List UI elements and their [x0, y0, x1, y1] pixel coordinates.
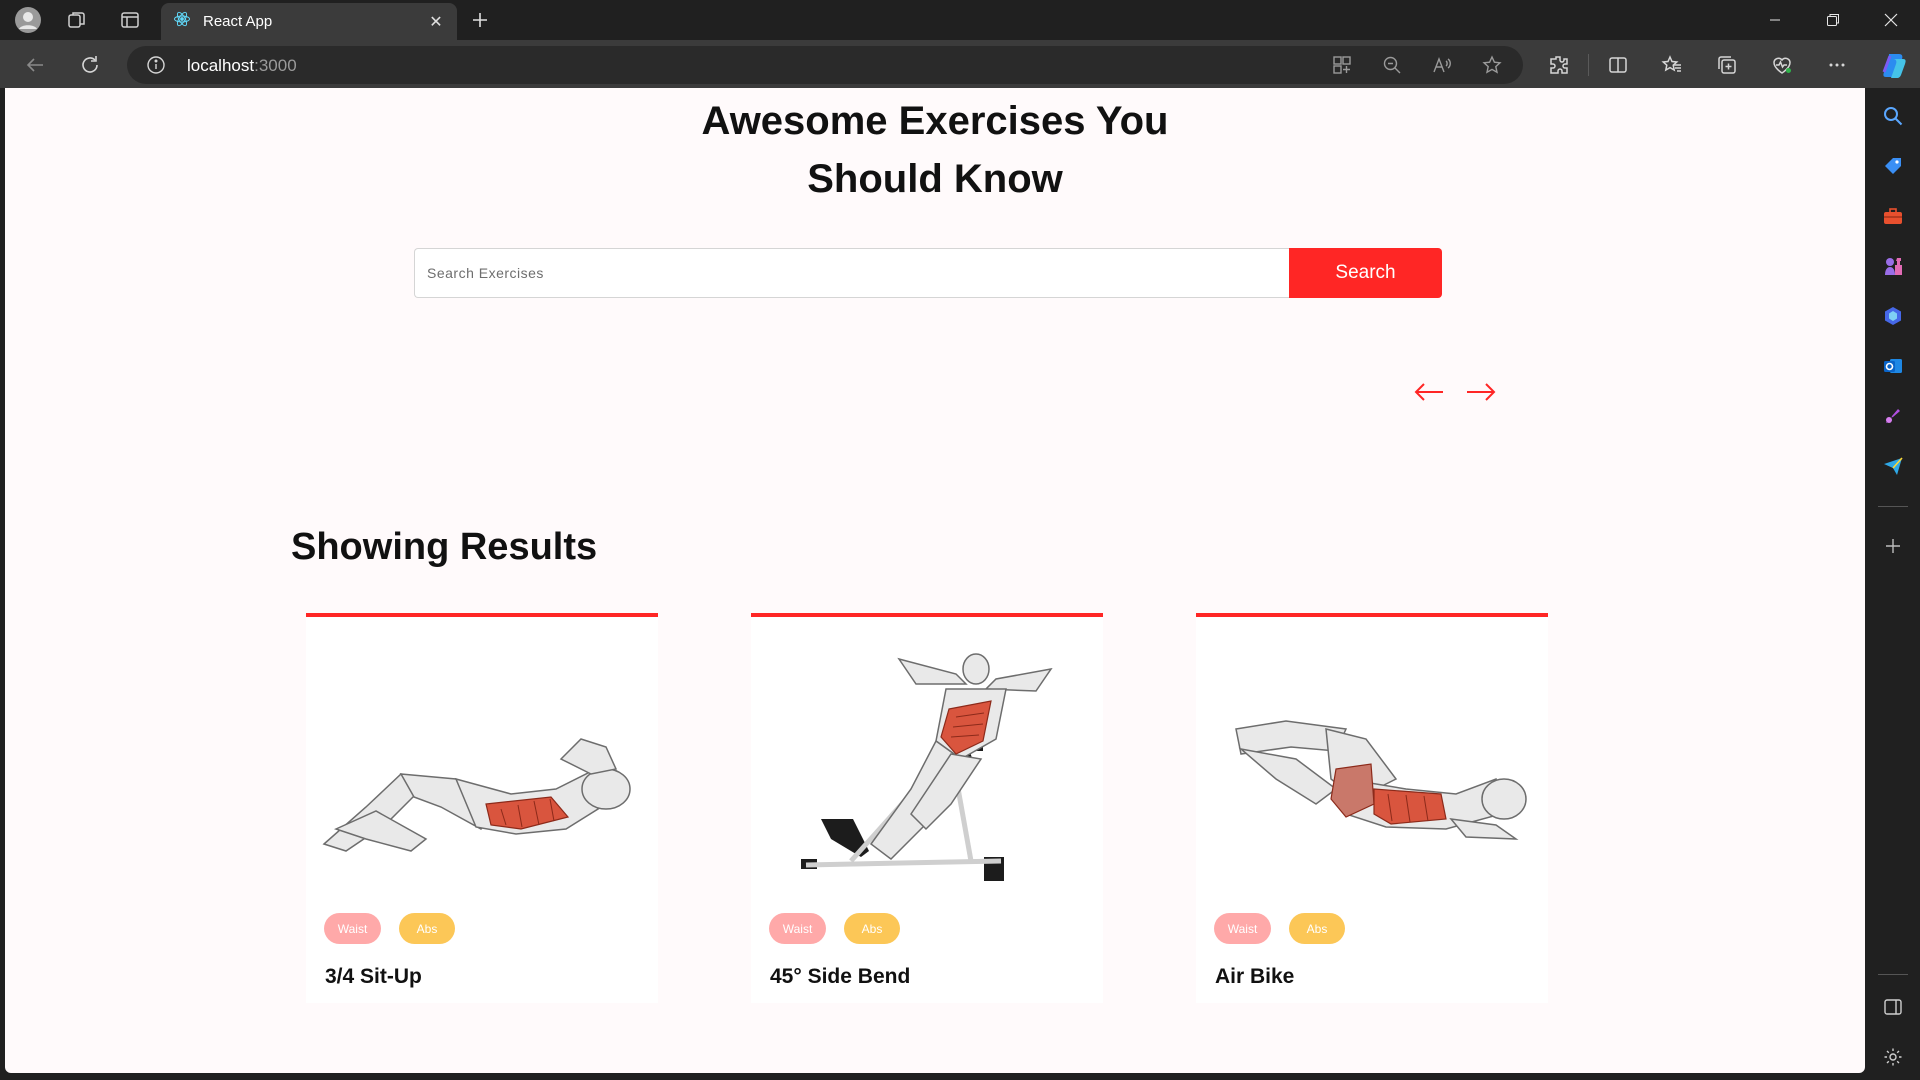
- exercise-image-side-bend: [751, 629, 1103, 899]
- profile-avatar-icon[interactable]: [14, 6, 42, 34]
- app-available-icon[interactable]: [1329, 52, 1355, 78]
- exercise-image-situp: [306, 629, 658, 899]
- search-bar: Search: [414, 248, 1442, 298]
- left-arrow-icon[interactable]: [1411, 380, 1447, 404]
- collections-icon[interactable]: [1712, 50, 1742, 80]
- tab-title: React App: [203, 13, 273, 30]
- sidebar-divider-bottom: [1878, 974, 1908, 975]
- favorite-star-icon[interactable]: [1479, 52, 1505, 78]
- hero-title: Awesome Exercises You Should Know: [5, 92, 1865, 208]
- search-input[interactable]: [414, 248, 1290, 298]
- url-port: :3000: [254, 56, 297, 75]
- address-bar[interactable]: localhost:3000: [127, 46, 1523, 84]
- edge-sidebar: [1866, 88, 1920, 1080]
- exercise-image-air-bike: [1196, 629, 1548, 899]
- site-info-icon[interactable]: [143, 52, 169, 78]
- body-part-badge[interactable]: Waist: [1214, 913, 1271, 944]
- workspaces-icon[interactable]: [63, 6, 91, 34]
- react-logo-icon: [173, 10, 191, 33]
- sidebar-divider: [1878, 506, 1908, 507]
- target-muscle-badge[interactable]: Abs: [1289, 913, 1345, 944]
- shopping-tag-icon[interactable]: [1879, 152, 1907, 180]
- refresh-icon[interactable]: [75, 50, 105, 80]
- read-aloud-icon[interactable]: [1429, 52, 1455, 78]
- right-arrow-icon[interactable]: [1463, 380, 1499, 404]
- more-options-icon[interactable]: [1822, 50, 1852, 80]
- tab-actions-icon[interactable]: [116, 6, 144, 34]
- exercise-card[interactable]: Waist Abs 3/4 Sit-Up: [306, 613, 658, 1003]
- target-muscle-badge[interactable]: Abs: [399, 913, 455, 944]
- exercise-name: 3/4 Sit-Up: [325, 965, 422, 988]
- exercise-name: 45° Side Bend: [770, 965, 911, 988]
- hero-title-line2: Should Know: [807, 157, 1063, 201]
- exercise-card[interactable]: Waist Abs 45° Side Bend: [751, 613, 1103, 1003]
- results-heading: Showing Results: [291, 526, 598, 568]
- favorites-icon[interactable]: [1657, 50, 1687, 80]
- minimize-icon[interactable]: [1746, 0, 1804, 40]
- tools-briefcase-icon[interactable]: [1879, 202, 1907, 230]
- body-part-badge[interactable]: Waist: [324, 913, 381, 944]
- search-icon[interactable]: [1879, 102, 1907, 130]
- hide-sidebar-icon[interactable]: [1879, 993, 1907, 1021]
- settings-gear-icon[interactable]: [1879, 1043, 1907, 1071]
- games-chess-icon[interactable]: [1879, 252, 1907, 280]
- browser-toolbar: localhost:3000: [0, 40, 1920, 88]
- search-button[interactable]: Search: [1289, 248, 1442, 298]
- outlook-icon[interactable]: [1879, 352, 1907, 380]
- close-window-icon[interactable]: [1862, 0, 1920, 40]
- add-sidebar-app-icon[interactable]: [1879, 532, 1907, 560]
- extensions-icon[interactable]: [1543, 50, 1573, 80]
- hero-title-line1: Awesome Exercises You: [701, 99, 1169, 143]
- browser-title-bar: React App ✕: [0, 0, 1920, 40]
- url-host: localhost: [187, 56, 255, 75]
- toolbar-divider: [1588, 54, 1589, 76]
- microsoft-365-icon[interactable]: [1879, 302, 1907, 330]
- back-icon[interactable]: [20, 50, 50, 80]
- body-part-badge[interactable]: Waist: [769, 913, 826, 944]
- close-tab-icon[interactable]: ✕: [425, 11, 447, 33]
- split-screen-icon[interactable]: [1603, 50, 1633, 80]
- send-drop-icon[interactable]: [1879, 452, 1907, 480]
- designer-icon[interactable]: [1879, 402, 1907, 430]
- copilot-icon[interactable]: [1878, 48, 1912, 82]
- tab-react-app[interactable]: React App ✕: [161, 3, 457, 40]
- restore-icon[interactable]: [1804, 0, 1862, 40]
- exercise-name: Air Bike: [1215, 965, 1295, 988]
- browser-essentials-icon[interactable]: [1767, 50, 1797, 80]
- zoom-out-icon[interactable]: [1379, 52, 1405, 78]
- exercise-card[interactable]: Waist Abs Air Bike: [1196, 613, 1548, 1003]
- page-viewport: Awesome Exercises You Should Know Search…: [5, 88, 1865, 1073]
- new-tab-icon[interactable]: [466, 6, 494, 34]
- target-muscle-badge[interactable]: Abs: [844, 913, 900, 944]
- url-text: localhost:3000: [187, 56, 297, 76]
